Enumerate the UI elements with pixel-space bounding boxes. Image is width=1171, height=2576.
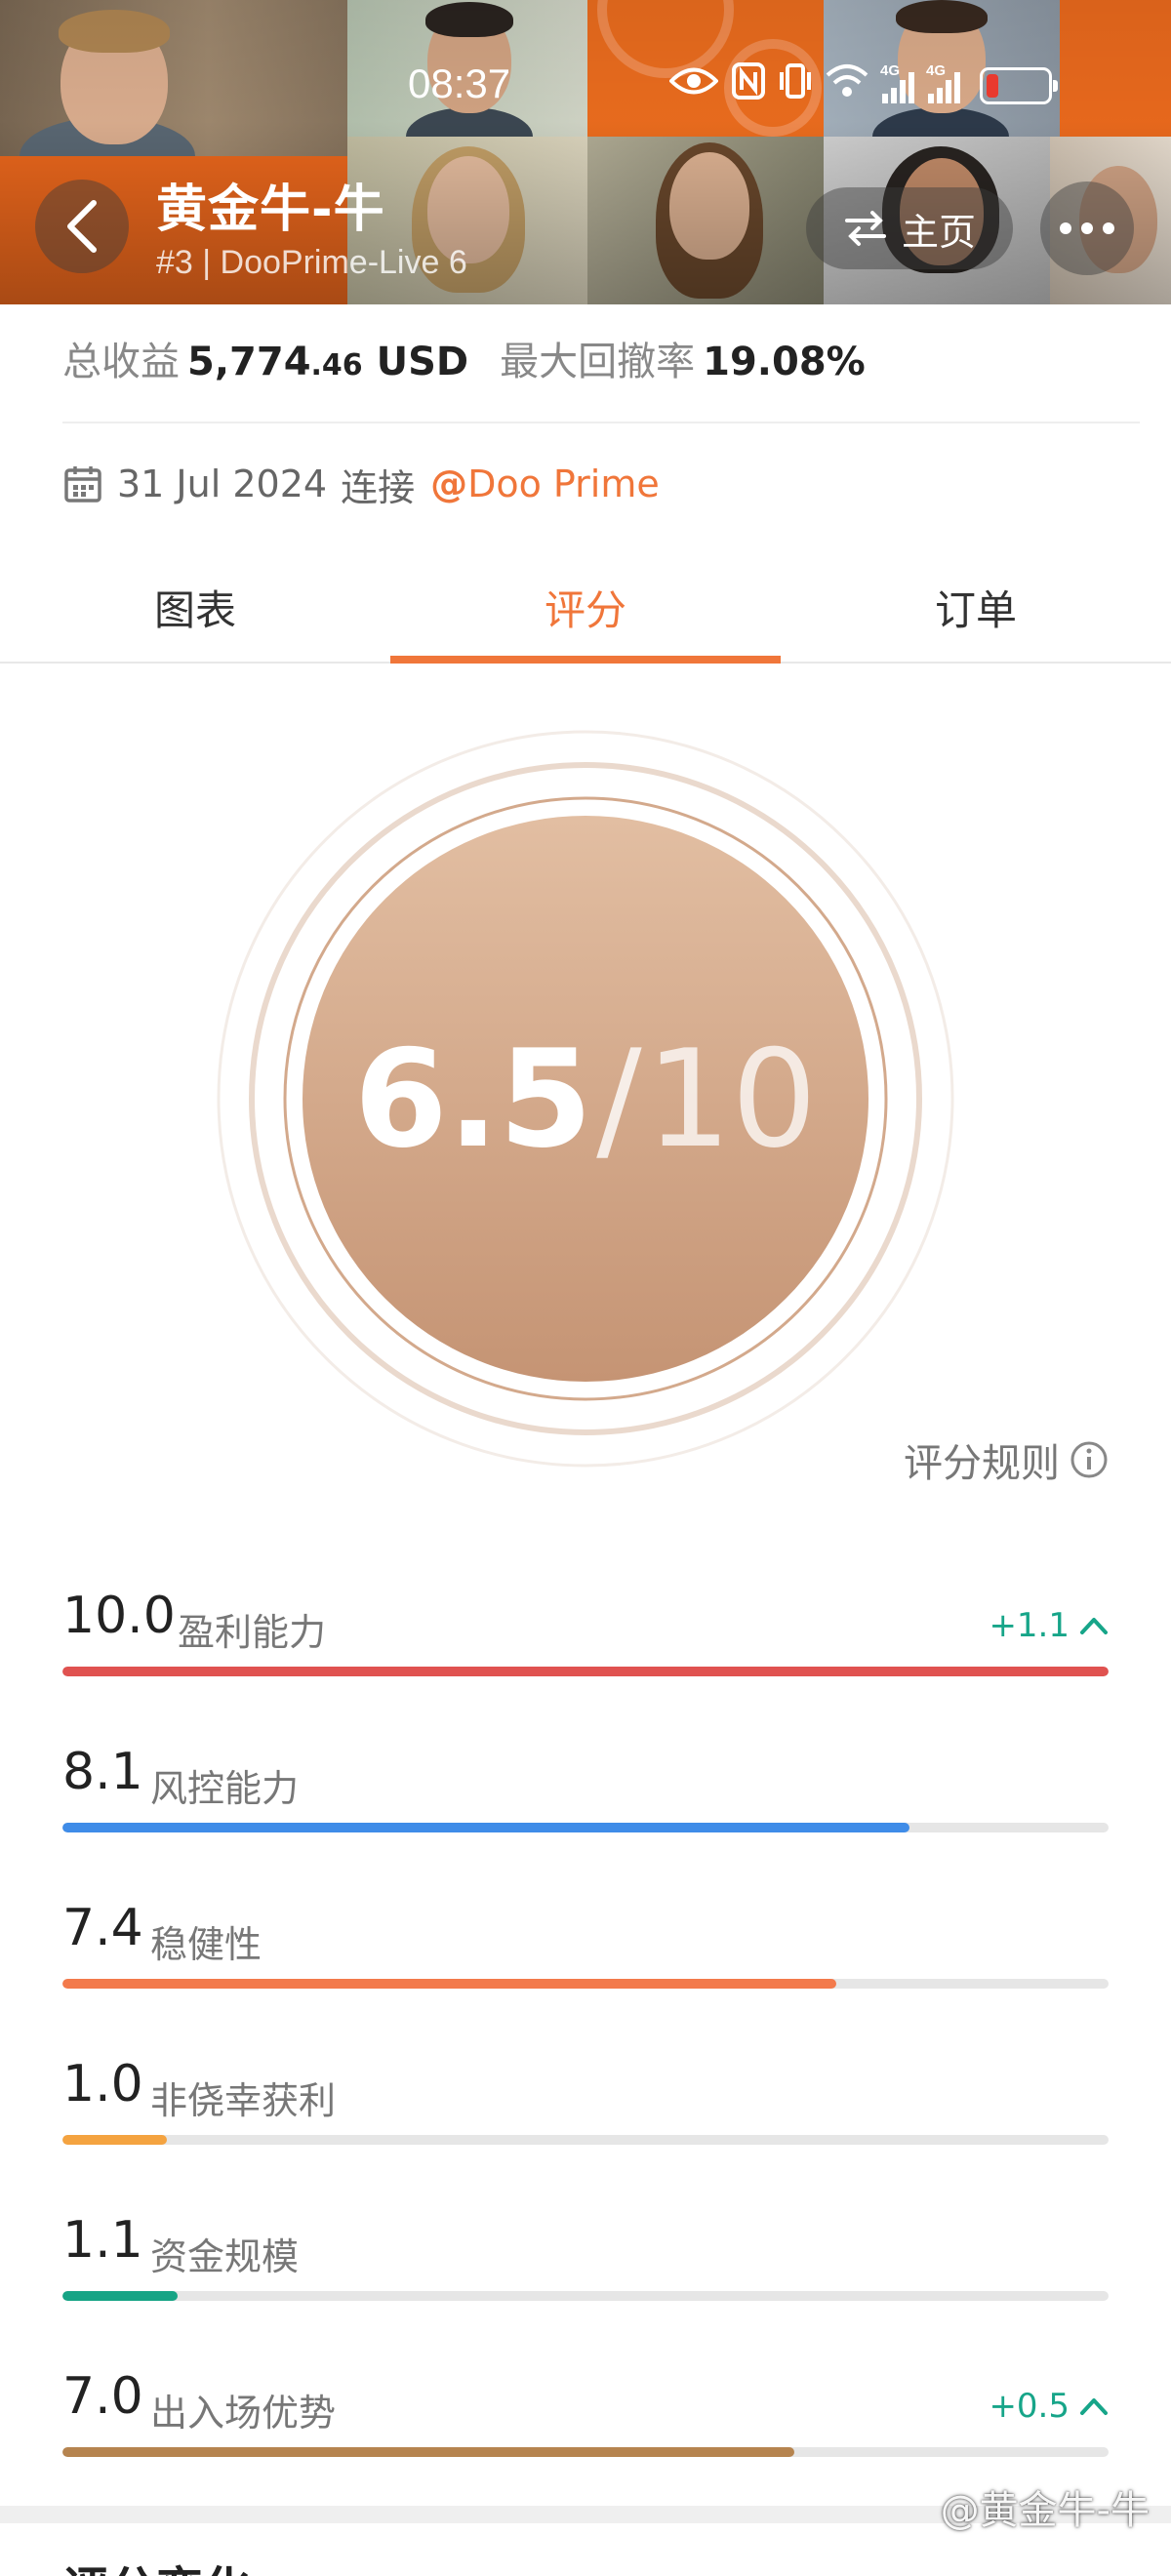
wifi-icon xyxy=(826,63,868,109)
metric-row: 10.0 盈利能力 +1.1 xyxy=(62,1587,1109,1684)
metric-progress-fill xyxy=(62,2291,178,2301)
metric-progress-fill xyxy=(62,2135,167,2145)
scoring-rules-label: 评分规则 xyxy=(904,1441,1060,1486)
chevron-up-icon xyxy=(1080,2398,1108,2415)
info-icon xyxy=(1070,1441,1108,1478)
metric-score: 1.1 xyxy=(62,2211,143,2270)
metric-score: 7.4 xyxy=(62,1899,143,1957)
more-dots-icon xyxy=(1060,222,1071,234)
metric-label: 风控能力 xyxy=(150,1767,300,1810)
network-type-label: 4G xyxy=(880,62,901,79)
metric-progress-track xyxy=(62,2447,1109,2457)
more-options-button[interactable] xyxy=(1040,181,1134,275)
signal-icon: 4G xyxy=(880,62,914,103)
eye-icon xyxy=(668,64,719,108)
scoring-rules-link[interactable]: 评分规则 xyxy=(904,1430,1109,1489)
metric-row: 1.0 非侥幸获利 xyxy=(62,2055,1109,2153)
metric-progress-track xyxy=(62,2135,1109,2145)
account-stats: 总收益 5,774.46 USD 最大回撤率 19.08% xyxy=(62,330,866,388)
nfc-icon xyxy=(732,61,765,110)
metric-progress-track xyxy=(62,1823,1109,1832)
metric-label: 盈利能力 xyxy=(178,1611,327,1654)
connect-date: 31 Jul 2024 xyxy=(117,463,328,505)
metric-row: 1.1 资金规模 xyxy=(62,2211,1109,2309)
metric-score: 8.1 xyxy=(62,1743,143,1801)
total-profit-label: 总收益 xyxy=(62,340,180,384)
metric-label: 非侥幸获利 xyxy=(150,2079,337,2122)
metric-progress-fill xyxy=(62,2447,794,2457)
metric-score: 7.0 xyxy=(62,2367,143,2426)
metric-progress-fill xyxy=(62,1823,909,1832)
home-button-label: 主页 xyxy=(901,210,976,254)
metric-score: 10.0 xyxy=(62,1587,176,1645)
watermark: @黄金牛-牛 xyxy=(940,2488,1150,2533)
network-type-label: 4G xyxy=(926,62,947,79)
metric-progress-track xyxy=(62,1979,1109,1989)
metric-row: 7.4 稳健性 xyxy=(62,1899,1109,1996)
max-drawdown-label: 最大回撤率 xyxy=(500,340,696,384)
divider xyxy=(62,422,1140,423)
score-gauge: 6.5/10 xyxy=(215,728,956,1469)
connection-info: 31 Jul 2024 连接 @Doo Prime xyxy=(62,455,660,513)
metric-progress-fill xyxy=(62,1979,836,1989)
connect-label: 连接 xyxy=(341,465,416,509)
battery-icon xyxy=(980,67,1058,104)
metric-progress-track xyxy=(62,1667,1109,1676)
total-profit-value: 5,774.46 USD xyxy=(187,340,469,384)
vibrate-icon xyxy=(779,62,812,110)
broker-link[interactable]: @Doo Prime xyxy=(430,463,660,505)
swap-icon xyxy=(844,211,886,246)
chevron-up-icon xyxy=(1080,1618,1108,1634)
metric-score: 1.0 xyxy=(62,2055,143,2113)
metric-progress-fill xyxy=(62,1667,1109,1676)
page-title: 黄金牛-牛 xyxy=(156,181,385,239)
signal-icon: 4G xyxy=(926,62,960,103)
account-subtitle: #3 | DooPrime-Live 6 xyxy=(156,244,467,281)
metric-row: 7.0 出入场优势 +0.5 xyxy=(62,2367,1109,2465)
tab-bar: 图表 评分 订单 xyxy=(0,556,1171,664)
tab-orders[interactable]: 订单 xyxy=(781,556,1171,662)
metric-change: +1.1 xyxy=(989,1606,1109,1645)
score-value: 6.5/10 xyxy=(353,1020,818,1178)
tab-score[interactable]: 评分 xyxy=(390,556,781,664)
max-drawdown-value: 19.08% xyxy=(703,340,866,384)
metric-progress-track xyxy=(62,2291,1109,2301)
score-history-title: 评分变化 xyxy=(62,2551,250,2576)
calendar-icon xyxy=(64,466,101,503)
metric-label: 资金规模 xyxy=(150,2235,300,2278)
metric-label: 出入场优势 xyxy=(150,2392,337,2435)
status-time: 08:37 xyxy=(408,60,511,106)
tab-chart[interactable]: 图表 xyxy=(0,556,390,662)
metric-change: +0.5 xyxy=(989,2387,1109,2426)
metric-label: 稳健性 xyxy=(150,1923,262,1966)
status-bar: 08:37 4G 4G xyxy=(0,57,1171,115)
home-button[interactable]: 主页 xyxy=(806,187,1013,269)
metric-row: 8.1 风控能力 xyxy=(62,1743,1109,1840)
back-button[interactable] xyxy=(35,180,129,273)
chevron-left-icon xyxy=(67,200,97,253)
